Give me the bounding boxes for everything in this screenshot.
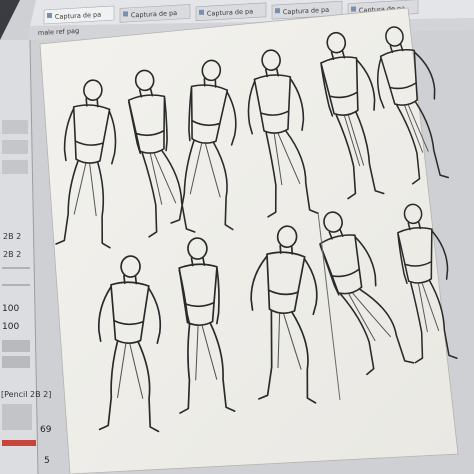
opacity-value-1[interactable]: 100 [2, 304, 19, 314]
monitor-photo: Captura de pa Captura de pa Captura de pa C… [0, 0, 474, 474]
brush-size-1[interactable]: 2B 2 [3, 232, 21, 241]
opacity-value-2[interactable]: 100 [2, 322, 19, 332]
slider-fill[interactable] [2, 440, 36, 446]
image-icon [199, 9, 204, 15]
image-icon [275, 8, 280, 14]
brush-size-2[interactable]: 2B 2 [3, 250, 21, 259]
image-icon [47, 13, 52, 18]
slider-value[interactable]: 69 [40, 425, 52, 435]
layer-name[interactable]: [Pencil 2B 2] [1, 390, 51, 399]
image-icon [351, 6, 356, 12]
image-icon [123, 11, 128, 17]
photo-stage: Captura de pa Captura de pa Captura de pa C… [0, 0, 474, 474]
bottom-value: 5 [44, 456, 50, 466]
